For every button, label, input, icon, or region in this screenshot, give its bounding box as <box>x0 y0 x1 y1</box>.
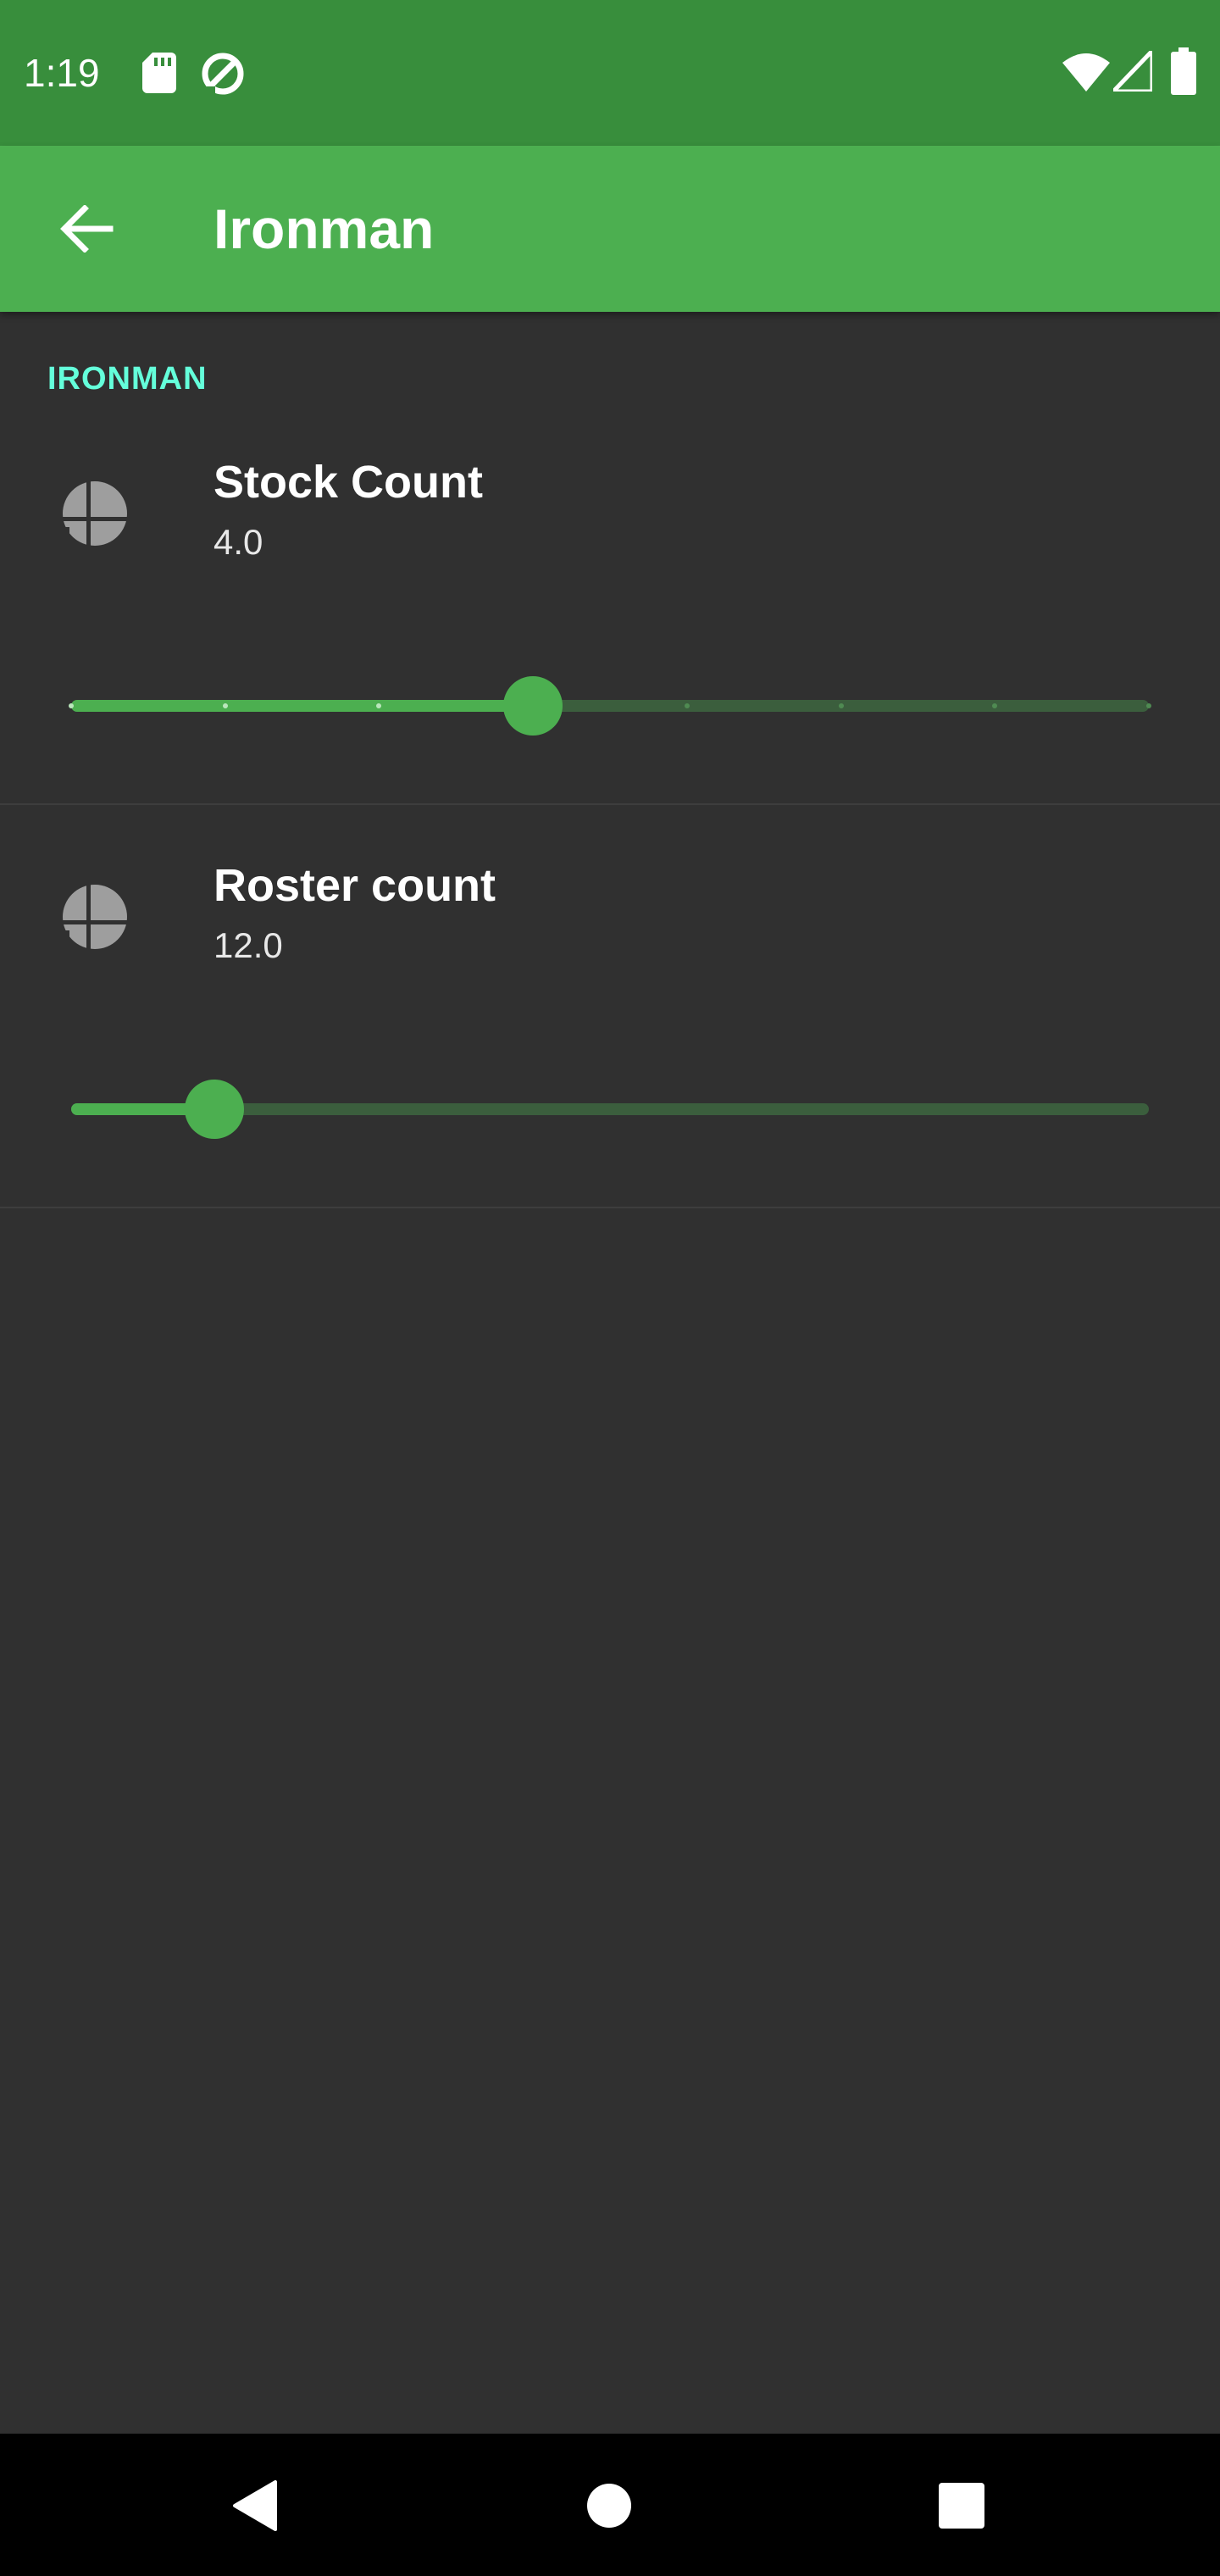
back-button[interactable] <box>37 180 136 278</box>
status-time: 1:19 <box>24 51 100 95</box>
slider-tick <box>69 703 74 708</box>
cell-signal-icon <box>1113 51 1152 92</box>
data-saver-icon <box>202 53 244 95</box>
preference-title: Stock Count <box>214 457 483 508</box>
preference-roster-count[interactable]: Roster count 12.0 <box>0 805 1220 1208</box>
battery-icon <box>1171 47 1196 95</box>
smash-ball-icon <box>61 480 129 547</box>
nav-back-button[interactable] <box>217 2468 293 2544</box>
arrow-back-icon <box>60 205 114 253</box>
section-header: IRONMAN <box>47 361 208 397</box>
stock-count-slider[interactable] <box>69 675 1151 736</box>
page-title: Ironman <box>214 197 435 260</box>
slider-thumb[interactable] <box>503 676 563 736</box>
preference-value: 12.0 <box>214 925 283 965</box>
settings-screen: 1:19 Ironman IRONMAN Stock Count 4.0 Ros… <box>0 0 1220 2576</box>
roster-count-slider[interactable] <box>71 1078 1149 1139</box>
slider-tick <box>1146 703 1151 708</box>
sd-card-icon <box>142 53 176 93</box>
slider-active-track <box>71 700 534 712</box>
navigation-bar <box>0 2434 1220 2576</box>
slider-thumb[interactable] <box>184 1080 244 1139</box>
slider-tick <box>838 703 844 708</box>
nav-recents-button[interactable] <box>923 2468 1000 2544</box>
back-triangle-icon <box>233 2480 277 2531</box>
home-circle-icon <box>587 2484 631 2528</box>
preference-value: 4.0 <box>214 522 263 562</box>
preference-title: Roster count <box>214 860 496 911</box>
slider-tick <box>222 703 228 708</box>
status-bar: 1:19 <box>0 0 1220 146</box>
recents-square-icon <box>939 2483 984 2529</box>
nav-home-button[interactable] <box>571 2468 647 2544</box>
app-bar: Ironman <box>0 146 1220 312</box>
slider-tick <box>684 703 690 708</box>
wifi-icon <box>1062 53 1110 92</box>
smash-ball-icon <box>61 883 129 951</box>
preference-stock-count[interactable]: Stock Count 4.0 <box>0 402 1220 805</box>
